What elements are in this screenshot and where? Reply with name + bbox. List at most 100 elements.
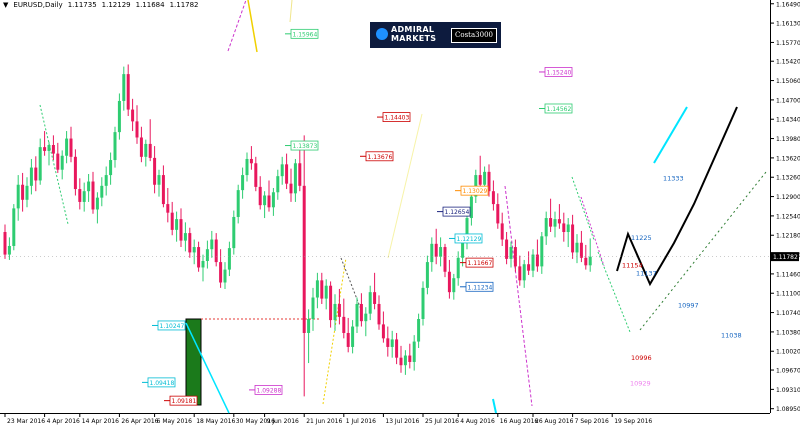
candle-body: [29, 167, 33, 186]
candle-body: [117, 100, 121, 133]
y-tick-label: 1.11460: [776, 271, 800, 278]
y-tick-label: 1.10020: [776, 349, 800, 356]
x-tick-label: 14 Apr 2016: [82, 418, 119, 425]
candle-body: [368, 292, 372, 314]
candle-body: [91, 181, 95, 210]
level-label: 1.12654: [445, 209, 470, 216]
admiral-logo-icon: [376, 28, 388, 40]
candle-body: [232, 216, 236, 249]
level-label: 1.13873: [293, 143, 318, 150]
x-tick-label: 21 Jun 2016: [306, 418, 342, 425]
level-label: 1.15964: [293, 31, 318, 38]
dropdown-triangle-icon[interactable]: ▼: [3, 1, 8, 9]
projection-label: 11154: [622, 261, 643, 269]
x-tick-label: 26 Aug 2016: [535, 418, 574, 425]
candle-body: [461, 242, 465, 258]
rectangle-green-zone: [185, 318, 202, 406]
chart-window: 1.16490 1.16130 1.15770 1.15420 1.15060 1.147…: [0, 0, 800, 426]
projection-label: 10997: [678, 302, 699, 310]
level-label: 1.14403: [385, 115, 410, 122]
candle-body: [549, 218, 553, 227]
candle-body: [491, 191, 495, 205]
candle-body: [439, 247, 443, 257]
y-tick-label: 1.16490: [776, 1, 800, 8]
candle-body: [43, 147, 47, 151]
candle-body: [113, 132, 117, 161]
candle-body: [60, 155, 64, 170]
candle-body: [403, 355, 407, 366]
candle-body: [518, 266, 522, 281]
candle-body: [104, 175, 108, 186]
candle-body: [329, 285, 333, 321]
candle-body: [139, 137, 143, 157]
candle-body: [223, 269, 227, 283]
projection-label: 11137: [636, 269, 657, 277]
username-box: Costa3000: [451, 28, 497, 43]
candle-body: [219, 262, 223, 283]
candle-body: [553, 219, 557, 227]
candle-body: [65, 138, 69, 156]
candle-body: [161, 175, 165, 205]
candle-body: [148, 143, 152, 158]
candle-body: [95, 197, 99, 210]
level-label: 1.10247: [160, 323, 185, 330]
y-tick-label: 1.09310: [776, 387, 800, 394]
candle-body: [285, 164, 289, 184]
candle-body: [342, 316, 346, 333]
candle-body: [34, 167, 38, 181]
candle-body: [280, 164, 284, 177]
x-tick-label: 7 Sep 2016: [575, 418, 609, 425]
level-label: 1.13676: [368, 154, 393, 161]
candle-body: [157, 175, 161, 185]
x-tick-label: 25 Jul 2016: [425, 418, 459, 425]
y-tick-label: 1.13260: [776, 175, 800, 182]
y-tick-label: 1.10740: [776, 310, 800, 317]
candle-body: [56, 153, 60, 170]
last-price-label: 1.11782: [773, 254, 798, 261]
low-value: 1.11684: [135, 1, 165, 9]
x-tick-label: 16 Aug 2016: [500, 418, 539, 425]
level-label: 1.13029: [463, 188, 488, 195]
candle-body: [408, 355, 412, 362]
candle-body: [7, 245, 11, 255]
candle-body: [21, 184, 25, 200]
level-label: 1.09418: [150, 380, 175, 387]
y-tick-label: 1.13980: [776, 136, 800, 143]
candle-body: [122, 74, 126, 101]
candle-body: [566, 224, 570, 233]
candle-body: [355, 303, 359, 327]
candle-body: [575, 242, 579, 253]
plot-area: [0, 0, 770, 413]
candle-body: [544, 218, 548, 237]
candle-body: [82, 191, 86, 202]
candle-body: [390, 339, 394, 347]
candle-body: [421, 287, 425, 320]
price-chart[interactable]: 1.16490 1.16130 1.15770 1.15420 1.15060 1.147…: [0, 0, 800, 426]
high-value: 1.12129: [101, 1, 131, 9]
y-tick-label: 1.14700: [776, 97, 800, 104]
candle-body: [210, 239, 214, 250]
x-tick-label: 23 Mar 2016: [7, 418, 45, 425]
candle-body: [456, 257, 460, 279]
candle-body: [271, 192, 275, 208]
projection-label: 11038: [721, 332, 742, 340]
level-label: 1.15240: [547, 69, 572, 76]
candle-body: [373, 292, 377, 304]
candle-body: [579, 242, 583, 258]
candle-body: [197, 247, 201, 268]
candle-body: [557, 219, 561, 224]
candle-body: [298, 163, 302, 186]
candle-body: [38, 147, 42, 181]
candle-body: [227, 248, 231, 270]
candle-body: [12, 208, 16, 246]
candle-body: [276, 176, 280, 193]
candle-body: [249, 158, 253, 164]
candle-body: [267, 195, 271, 208]
candle-body: [315, 280, 319, 298]
candle-body: [496, 204, 500, 224]
candle-body: [540, 236, 544, 267]
y-tick-label: 1.14340: [776, 117, 800, 124]
projection-label: 10996: [631, 354, 652, 362]
candle-body: [417, 319, 421, 342]
candle-body: [483, 171, 487, 185]
